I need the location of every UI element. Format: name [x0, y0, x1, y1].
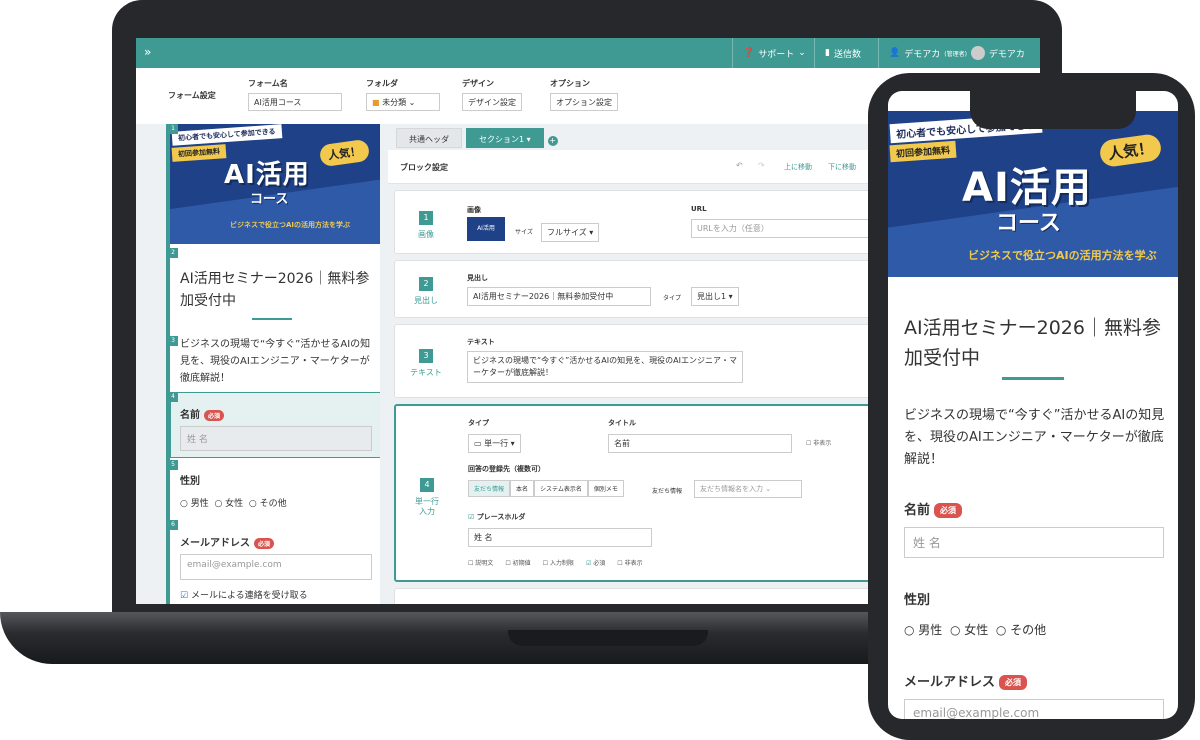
gender-radio-group[interactable]: ○ 男性 ○ 女性 ○ その他: [180, 496, 287, 509]
phone-frame: 初心者でも安心して参加できる 初回参加無料 人気！ AI活用 コース ビジネスで…: [868, 73, 1195, 740]
input-type-select[interactable]: ▭ 単一行 ▾: [468, 434, 521, 453]
image-thumbnail[interactable]: AI活用: [467, 217, 505, 241]
user-icon: 👤: [889, 48, 901, 58]
option-settings-button[interactable]: オプション設定: [550, 93, 618, 111]
field-options: ☐ 説明文 ☐ 初期値 ☐ 入力制限 ☑ 必須 ☐ 非表示: [468, 560, 643, 567]
design-settings-button[interactable]: デザイン設定: [462, 93, 522, 111]
bar-chart-icon: ▮: [825, 48, 830, 58]
preview-email-input[interactable]: email@example.com: [180, 554, 372, 580]
phone-gender-radio-group[interactable]: ○ 男性 ○ 女性 ○ その他: [904, 621, 1046, 638]
email-opt-checkbox[interactable]: ☑ メールによる連絡を受け取る: [180, 588, 308, 601]
destination-tabs: 友だち情報 本名 システム表示名 個別メモ: [468, 480, 624, 497]
phone-name-input[interactable]: 姓 名: [904, 527, 1164, 558]
hide-checkbox[interactable]: ☐ 非表示: [806, 438, 831, 447]
placeholder-input[interactable]: 姓 名: [468, 528, 652, 547]
chevron-down-icon: ▾: [526, 135, 531, 144]
help-icon: ❓: [743, 48, 755, 58]
laptop-base: [0, 612, 1010, 664]
form-preview: 初心者でも安心して参加できる 初回参加無料 人気！ AI活用 コース ビジネスで…: [166, 124, 380, 604]
folder-select[interactable]: ■ 未分類 ⌄: [366, 93, 440, 111]
add-section-icon[interactable]: +: [547, 136, 558, 146]
undo-icon[interactable]: ↶: [736, 161, 743, 170]
user-menu[interactable]: 👤 デモアカ (管理者) デモアカ: [878, 38, 1040, 68]
phone-text: ビジネスの現場で“今すぐ”活かせるAIの知見を、現役のAIエンジニア・マーケター…: [904, 408, 1165, 467]
url-input[interactable]: URLを入力（任意）: [691, 219, 871, 238]
collapse-icon[interactable]: »: [144, 45, 151, 59]
chevron-down-icon: ⌄: [798, 48, 806, 58]
preview-heading: AI活用セミナー2026｜無料参加受付中: [180, 271, 370, 309]
move-down-button[interactable]: 下に移動: [828, 162, 856, 172]
folder-icon: ■: [372, 98, 380, 107]
move-up-button[interactable]: 上に移動: [784, 162, 812, 172]
preview-name-input[interactable]: 姓 名: [180, 426, 372, 451]
text-input[interactable]: ビジネスの現場で“今すぐ”活かせるAIの知見を、現役のAIエンジニア・マーケター…: [467, 351, 743, 383]
name-label: 名前 必須: [180, 406, 225, 421]
redo-icon[interactable]: ↷: [758, 161, 765, 170]
sent-count-link[interactable]: ▮ 送信数: [814, 38, 871, 68]
heading-input[interactable]: AI活用セミナー2026｜無料参加受付中: [467, 287, 651, 306]
phone-screen: 初心者でも安心して参加できる 初回参加無料 人気！ AI活用 コース ビジネスで…: [888, 91, 1178, 719]
form-name-input[interactable]: AI活用コース: [248, 93, 342, 111]
phone-name-label: 名前 必須: [904, 499, 963, 518]
phone-email-label: メールアドレス 必須: [904, 671, 1028, 690]
tab-common-header[interactable]: 共通ヘッダ: [396, 128, 462, 148]
phone-email-input[interactable]: email@example.com: [904, 699, 1164, 719]
preview-text: ビジネスの現場で“今すぐ”活かせるAIの知見を、現役のAIエンジニア・マーケター…: [180, 339, 371, 384]
phone-heading: AI活用セミナー2026｜無料参加受付中: [904, 317, 1161, 369]
topbar: » ❓ サポート ⌄ ▮ 送信数 👤 デモアカ (管理者) デモアカ: [136, 38, 1040, 68]
placeholder-checkbox[interactable]: ☑ プレースホルダ: [468, 512, 525, 522]
title-input[interactable]: 名前: [608, 434, 792, 453]
tab-section-1[interactable]: セクション1 ▾: [466, 128, 544, 148]
email-label: メールアドレス 必須: [180, 534, 275, 549]
phone-notch: [970, 91, 1136, 129]
heading-type-select[interactable]: 見出し1 ▾: [691, 287, 739, 306]
phone-banner-image: 初心者でも安心して参加できる 初回参加無料 人気！ AI活用 コース ビジネスで…: [888, 111, 1178, 277]
friend-info-select[interactable]: 友だち情報名を入力 ⌄: [694, 480, 802, 498]
laptop-hinge: [508, 630, 708, 646]
avatar: [970, 46, 985, 60]
banner-image: 初心者でも安心して参加できる 初回参加無料 人気！ AI活用 コース ビジネスで…: [170, 124, 380, 244]
size-select[interactable]: フルサイズ ▾: [541, 223, 600, 242]
support-menu[interactable]: ❓ サポート ⌄: [732, 38, 816, 68]
